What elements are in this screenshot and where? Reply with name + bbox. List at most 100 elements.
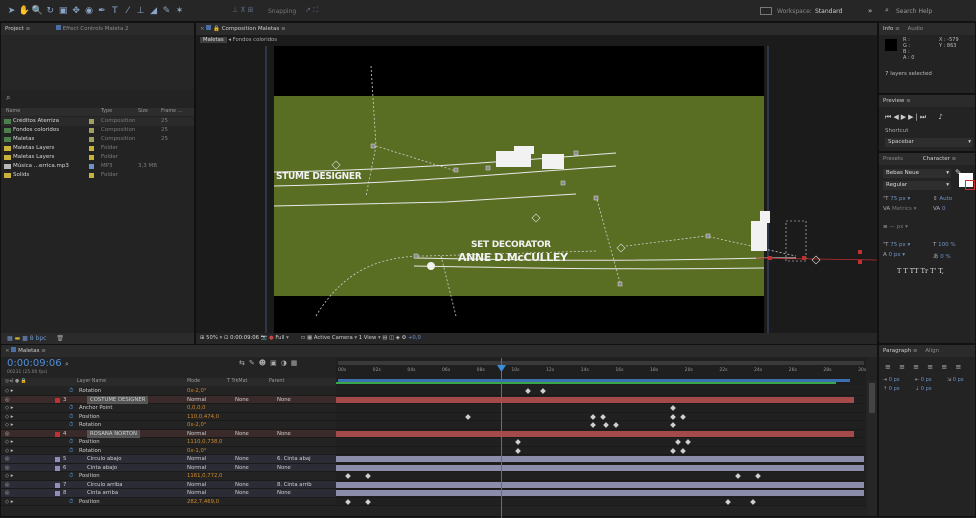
graph-editor-icon[interactable]: ▦ bbox=[291, 359, 302, 367]
trkmat-dropdown[interactable]: None bbox=[235, 455, 249, 464]
layer-row[interactable]: ◎ 7 Círculo arriba Normal None 8. Cinta arrib bbox=[1, 480, 336, 490]
font-size-field[interactable]: ᵀT 75 px ▾ bbox=[883, 196, 910, 202]
layer-duration-bar[interactable] bbox=[336, 481, 864, 488]
workspace-value[interactable]: Standard bbox=[815, 8, 842, 15]
property-name[interactable]: Rotation bbox=[79, 387, 101, 396]
selection-tool-icon[interactable]: ➤ bbox=[6, 5, 17, 17]
layer-name[interactable]: ROSANA NORTON bbox=[87, 429, 140, 438]
visibility-eye-icon[interactable]: ◎ bbox=[5, 481, 10, 490]
stopwatch-icon[interactable]: ⏱ bbox=[69, 498, 73, 507]
character-tab[interactable]: Character bbox=[923, 156, 950, 162]
property-row[interactable]: ◇ ▸ Position ⏱ 1110,0,738,0 bbox=[1, 438, 336, 447]
blend-mode-dropdown[interactable]: Normal bbox=[187, 464, 206, 473]
pan-behind-tool-icon[interactable]: ✥ bbox=[71, 5, 82, 17]
layer-label-color[interactable] bbox=[55, 457, 60, 462]
layer-row[interactable]: ◎ 3 COSTUME DESIGNER Normal None None bbox=[1, 395, 336, 405]
kerning-field[interactable]: VA Metrics ▾ bbox=[883, 206, 916, 212]
project-item[interactable]: Música ...errica.mp3 MP3 3,3 MB bbox=[1, 162, 194, 171]
comp-viewer[interactable] bbox=[196, 46, 877, 333]
parent-dropdown[interactable]: None bbox=[277, 489, 291, 498]
keyframe-marker[interactable] bbox=[515, 447, 521, 454]
label-color-swatch[interactable] bbox=[89, 128, 94, 133]
track-row[interactable] bbox=[336, 489, 866, 498]
stopwatch-icon[interactable]: ⏱ bbox=[69, 404, 73, 413]
roto-tool-icon[interactable]: ✎ bbox=[161, 5, 172, 17]
indent-left-field[interactable]: ⇥ 0 px bbox=[883, 377, 900, 383]
composition-tab[interactable]: Composition Maletas bbox=[222, 26, 280, 32]
layer-row[interactable]: ◎ 4 ROSANA NORTON Normal None None bbox=[1, 429, 336, 439]
property-row[interactable]: ◇ ▸ Anchor Point ⏱ 0,0,0,0 bbox=[1, 404, 336, 413]
property-row[interactable]: ◇ ▸ Position ⏱ 1161,0,772,0 bbox=[1, 472, 336, 481]
view-layout-dropdown[interactable]: 1 View bbox=[359, 335, 377, 341]
property-row[interactable]: ◇ ▸ Position ⏱ 110,0,474,0 bbox=[1, 413, 336, 421]
project-item[interactable]: Maletas Layers Folder bbox=[1, 153, 194, 162]
keyframe-marker[interactable] bbox=[345, 498, 351, 505]
space-after-field[interactable]: ⇣ 0 px bbox=[915, 386, 932, 392]
layer-duration-bar[interactable] bbox=[336, 456, 864, 462]
label-color-swatch[interactable] bbox=[89, 119, 94, 124]
keyframe-marker[interactable] bbox=[590, 422, 596, 428]
puppet-tool-icon[interactable]: ✶ bbox=[174, 5, 185, 17]
project-item[interactable]: Fondos coloridos Composition 25 bbox=[1, 126, 194, 135]
info-tab[interactable]: Info bbox=[883, 26, 893, 32]
blend-mode-dropdown[interactable]: Normal bbox=[187, 396, 206, 405]
leading-field[interactable]: ⇕ Auto bbox=[933, 196, 952, 202]
track-row[interactable] bbox=[336, 395, 866, 404]
property-row[interactable]: ◇ ▸ Rotation ⏱ 0x-2,0° bbox=[1, 387, 336, 396]
parent-dropdown[interactable]: 8. Cinta arrib bbox=[277, 481, 312, 490]
show-channel-icon[interactable]: ● bbox=[269, 335, 274, 341]
property-value[interactable]: 0,0,0,0 bbox=[187, 404, 206, 413]
col-type[interactable]: Type bbox=[101, 108, 112, 116]
visibility-eye-icon[interactable]: ◎ bbox=[5, 455, 10, 464]
trkmat-dropdown[interactable]: None bbox=[235, 464, 249, 473]
brush-tool-icon[interactable]: ⁄ bbox=[122, 5, 133, 17]
keyframe-marker[interactable] bbox=[465, 413, 471, 420]
keyframe-marker[interactable] bbox=[670, 405, 676, 411]
keyframe-nav-icon[interactable]: ◇ ▸ bbox=[5, 447, 13, 456]
layer-row[interactable]: ◎ 6 Cinta abajo Normal None None bbox=[1, 463, 336, 473]
new-folder-icon[interactable]: ▬ bbox=[15, 335, 21, 342]
camera-view-dropdown[interactable]: Active Camera bbox=[314, 335, 353, 341]
keyframe-marker[interactable] bbox=[603, 422, 609, 428]
timeline-timecode[interactable]: 0:00:09:06 bbox=[7, 358, 62, 369]
property-name[interactable]: Rotation bbox=[79, 447, 101, 456]
vertical-scale-field[interactable]: ᵀT 75 px ▾ bbox=[883, 242, 910, 248]
project-item[interactable]: Solids Folder bbox=[1, 171, 194, 180]
keyframe-marker[interactable] bbox=[735, 473, 741, 479]
parent-dropdown[interactable]: 6. Cinta abaj bbox=[277, 455, 311, 464]
keyframe-nav-icon[interactable]: ◇ ▸ bbox=[5, 438, 13, 447]
project-tab[interactable]: Project bbox=[5, 26, 24, 32]
indent-first-field[interactable]: ⇲ 0 px bbox=[947, 377, 964, 383]
timeline-scrollbar[interactable] bbox=[867, 381, 877, 516]
keyframe-marker[interactable] bbox=[365, 498, 371, 505]
draft-3d-icon[interactable]: ✎ bbox=[249, 359, 259, 367]
horizontal-scale-field[interactable]: T 100 % bbox=[933, 242, 956, 248]
magnification-dropdown[interactable]: 50% bbox=[206, 335, 218, 341]
timeline-search-icon[interactable]: ⌕ bbox=[65, 360, 69, 369]
layer-duration-bar[interactable] bbox=[336, 490, 864, 496]
track-row[interactable] bbox=[336, 387, 866, 396]
keyframe-marker[interactable] bbox=[675, 439, 681, 445]
track-row[interactable] bbox=[336, 446, 866, 455]
project-item[interactable]: Maletas Composition 25 bbox=[1, 135, 194, 144]
property-value[interactable]: 1110,0,738,0 bbox=[187, 438, 222, 447]
eraser-tool-icon[interactable]: ◢ bbox=[148, 5, 159, 17]
prev-frame-icon[interactable]: ◀ bbox=[893, 113, 900, 121]
tracking-field[interactable]: VA 0 bbox=[933, 206, 945, 212]
layer-name[interactable]: Cinta abajo bbox=[87, 464, 117, 473]
property-value[interactable]: 282,7,469,0 bbox=[187, 498, 219, 507]
snapping-icon[interactable]: ↗ ⛶ bbox=[305, 6, 318, 15]
col-frame[interactable]: Frame ... bbox=[161, 108, 182, 116]
bpc-label[interactable]: 8 bpc bbox=[30, 335, 47, 342]
stopwatch-icon[interactable]: ⏱ bbox=[69, 447, 73, 456]
keyframe-marker[interactable] bbox=[680, 447, 686, 454]
blend-mode-dropdown[interactable]: Normal bbox=[187, 430, 206, 439]
baseline-shift-field[interactable]: A 0 px ▾ bbox=[883, 252, 905, 258]
track-row[interactable] bbox=[336, 412, 866, 421]
type-tool-icon[interactable]: T bbox=[109, 5, 120, 17]
indent-right-field[interactable]: ⇤ 0 px bbox=[915, 377, 932, 383]
axis-mode-icons[interactable]: ⊥ ⊼ ⊞ bbox=[232, 6, 254, 14]
layer-name[interactable]: COSTUME DESIGNER bbox=[87, 395, 149, 404]
keyframe-marker[interactable] bbox=[600, 413, 606, 420]
keyframe-marker[interactable] bbox=[540, 388, 546, 394]
